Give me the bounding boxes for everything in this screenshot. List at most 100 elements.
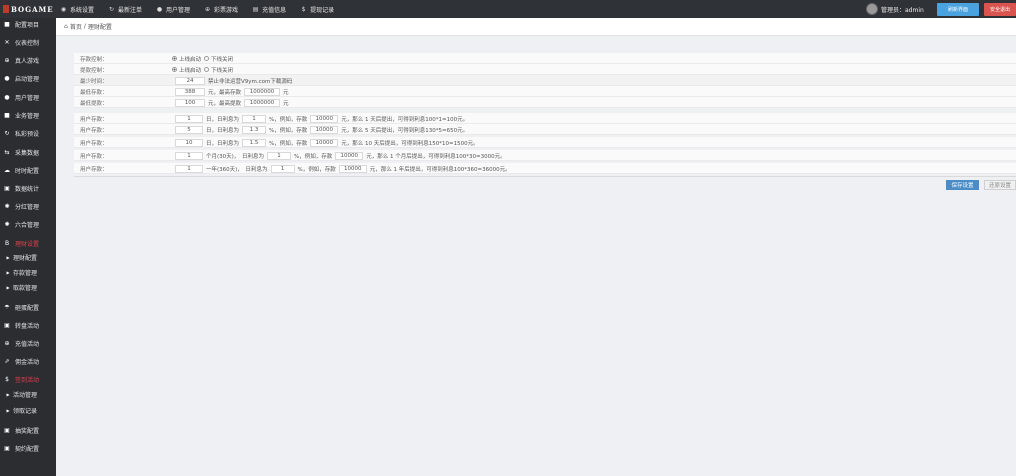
sidebar-item-realtime-config[interactable]: ☁ 时时配置 xyxy=(0,166,56,180)
shuffle-icon: ✕ xyxy=(4,39,10,46)
deposit-plan-control: 1 个月(30天)， 日利息为 1 %，例如，存款 10000 元，那么 1 个… xyxy=(172,151,506,160)
shuffle-icon: ⇆ xyxy=(4,149,10,156)
square-icon: ■ xyxy=(4,112,10,119)
plan-rate-input[interactable]: 1 xyxy=(267,151,292,160)
min-deposit-row: 最低存款： 388 元，最高存款 1000000 元 xyxy=(74,86,1016,97)
home-icon[interactable]: ⌂ xyxy=(64,23,68,30)
deposit-switch-row: 存款控制： 上线启动 下线关闭 xyxy=(74,53,1016,64)
sidebar-item-egg-config[interactable]: ☂ 砸蛋配置 xyxy=(0,303,56,317)
plan-amount-input[interactable]: 10000 xyxy=(338,164,367,173)
min-time-note: 禁止非法运营V9ym.com下载源码 xyxy=(208,78,293,85)
plan-text: 元，那么 5 天后提出，可得到利息130*5=650元。 xyxy=(341,127,469,134)
nav-system-settings[interactable]: ◉ 系统设置 xyxy=(60,5,94,14)
plan-days-input[interactable]: 1 xyxy=(175,164,203,173)
save-settings-button[interactable]: 保存设置 xyxy=(946,180,979,190)
nav-lottery-games[interactable]: ⊕ 彩票游戏 xyxy=(204,5,238,14)
withdraw-switch-row: 提款控制： 上线启动 下线关闭 xyxy=(74,64,1016,75)
nav-withdraw-records[interactable]: $ 提现记录 xyxy=(300,5,334,14)
sidebar-item-recharge-activity[interactable]: ⊕ 充值活动 xyxy=(0,339,56,353)
sidebar-item-label: 仪表控制 xyxy=(15,40,40,47)
deposit-plan-label: 用户存款： xyxy=(80,141,108,147)
sidebar-item-collect-data[interactable]: ⇆ 采集数据 xyxy=(0,148,56,162)
gear-icon: ✺ xyxy=(4,221,10,228)
sidebar-item-label: 时时配置 xyxy=(15,168,40,175)
reset-settings-button[interactable]: 还原设置 xyxy=(984,180,1016,190)
sidebar-item-claim-records[interactable]: ▶ 领取记录 xyxy=(0,406,56,420)
caret-right-icon: ▶ xyxy=(6,285,10,290)
sidebar-item-commission-activity[interactable]: ⇗ 佣金活动 xyxy=(0,357,56,371)
plan-text: %，例如，存款 xyxy=(294,153,333,160)
plan-amount-input[interactable]: 10000 xyxy=(310,138,339,147)
nav-latest-bets[interactable]: ↻ 最新注单 xyxy=(108,5,142,14)
sidebar-item-activity-management[interactable]: ▶ 活动管理 xyxy=(0,390,56,404)
sidebar-item-label: 佣金活动 xyxy=(15,359,40,366)
logout-button[interactable]: 安全退出 xyxy=(984,3,1016,16)
user-icon: ● xyxy=(156,5,163,13)
refresh-icon: ↻ xyxy=(4,130,10,137)
plan-rate-input[interactable]: 1.3 xyxy=(242,125,267,134)
sidebar-item-mark-six[interactable]: ✺ 六合管理 xyxy=(0,220,56,234)
plan-text: 元，那么 10 天后提出，可得到利息150*10=1500元。 xyxy=(341,140,479,147)
nav-user-management[interactable]: ● 用户管理 xyxy=(156,5,190,14)
max-withdraw-unit: 元 xyxy=(283,100,289,107)
admin-info[interactable]: 管理员：admin xyxy=(866,2,924,16)
sidebar-item-config[interactable]: ■ 配置项目 xyxy=(0,20,56,34)
plan-rate-input[interactable]: 1 xyxy=(242,114,267,123)
plan-amount-input[interactable]: 10000 xyxy=(335,151,364,160)
square-icon: ▣ xyxy=(4,427,10,434)
plus-circle-icon: ⊕ xyxy=(205,5,211,13)
plan-rate-input[interactable]: 1.5 xyxy=(242,138,267,147)
sidebar-item-dividends[interactable]: ✺ 分红管理 xyxy=(0,202,56,216)
plan-days-input[interactable]: 5 xyxy=(175,125,203,134)
max-withdraw-input[interactable]: 1000000 xyxy=(244,98,281,107)
withdraw-off-radio[interactable] xyxy=(204,67,210,72)
deposit-on-radio[interactable] xyxy=(172,56,177,61)
sidebar-item-startup[interactable]: ● 启动管理 xyxy=(0,74,56,88)
caret-right-icon: ▶ xyxy=(6,392,10,397)
min-time-input[interactable]: 24 xyxy=(175,76,205,85)
sidebar-item-wheel-activity[interactable]: ▣ 转盘活动 xyxy=(0,321,56,335)
sidebar-item-label: 领取记录 xyxy=(13,408,38,415)
app-logo[interactable]: BOGAME xyxy=(0,0,56,18)
sidebar-item-users[interactable]: ● 用户管理 xyxy=(0,93,56,107)
plan-days-input[interactable]: 1 xyxy=(175,114,203,123)
sidebar-item-finance-settings[interactable]: B 理财设置 xyxy=(0,239,56,253)
min-withdraw-label: 最低提款： xyxy=(80,101,108,107)
cloud-icon: ☁ xyxy=(4,167,10,174)
sidebar-item-label: 存款管理 xyxy=(13,270,38,277)
breadcrumb-home[interactable]: 首页 xyxy=(70,22,82,31)
min-deposit-input[interactable]: 388 xyxy=(175,87,205,96)
sidebar-item-live-games[interactable]: ⊕ 真人游戏 xyxy=(0,56,56,70)
plan-text: %，例如，存款 xyxy=(297,166,336,173)
sidebar-item-statistics[interactable]: ▣ 数据统计 xyxy=(0,184,56,198)
plan-amount-input[interactable]: 10000 xyxy=(310,125,339,134)
sidebar-item-finance-config[interactable]: ▶ 理财配置 xyxy=(0,253,56,267)
refresh-icon: ↻ xyxy=(109,5,115,13)
deposit-plan-row: 用户存款： 1 个月(30天)， 日利息为 1 %，例如，存款 10000 元，… xyxy=(74,150,1016,161)
max-deposit-input[interactable]: 1000000 xyxy=(244,87,281,96)
nav-recharge-info[interactable]: ▤ 充值信息 xyxy=(252,5,286,14)
umbrella-icon: ☂ xyxy=(4,304,10,311)
plan-amount-input[interactable]: 10000 xyxy=(310,114,339,123)
sidebar-item-dashboard[interactable]: ✕ 仪表控制 xyxy=(0,38,56,52)
plan-days-input[interactable]: 1 xyxy=(175,151,203,160)
sidebar-item-withdraw-management[interactable]: ▶ 取款管理 xyxy=(0,283,56,297)
sidebar-item-private-lottery[interactable]: ↻ 私彩预设 xyxy=(0,129,56,143)
sidebar-item-contract-config[interactable]: ▣ 契约配置 xyxy=(0,444,56,458)
refresh-button[interactable]: 刷新界面 xyxy=(937,3,979,16)
plan-rate-input[interactable]: 1 xyxy=(270,164,295,173)
deposit-plan-label: 用户存款： xyxy=(80,117,108,123)
sidebar-item-deposit-management[interactable]: ▶ 存款管理 xyxy=(0,268,56,282)
sidebar-item-business[interactable]: ■ 业务管理 xyxy=(0,111,56,125)
sidebar-item-lottery-draw-config[interactable]: ▣ 抽奖配置 xyxy=(0,426,56,440)
plan-days-input[interactable]: 10 xyxy=(175,138,203,147)
sidebar: ■ 配置项目 ✕ 仪表控制 ⊕ 真人游戏 ● 启动管理 ● 用户管理 ■ 业务管理 ↻ 私彩预… xyxy=(0,18,56,476)
plan-text: %，例如，存款 xyxy=(269,127,308,134)
sidebar-item-checkin-activity[interactable]: $ 签到活动 xyxy=(0,375,56,389)
breadcrumb-separator: / xyxy=(83,23,86,30)
min-withdraw-input[interactable]: 100 xyxy=(175,98,205,107)
deposit-off-radio[interactable] xyxy=(204,56,210,61)
withdraw-on-radio[interactable] xyxy=(172,67,177,72)
plan-text: 日，日利息为 xyxy=(206,116,240,123)
deposit-plan-row: 用户存款： 1 一年(360天)， 日利息为 1 %，例如，存款 10000 元… xyxy=(74,163,1016,174)
